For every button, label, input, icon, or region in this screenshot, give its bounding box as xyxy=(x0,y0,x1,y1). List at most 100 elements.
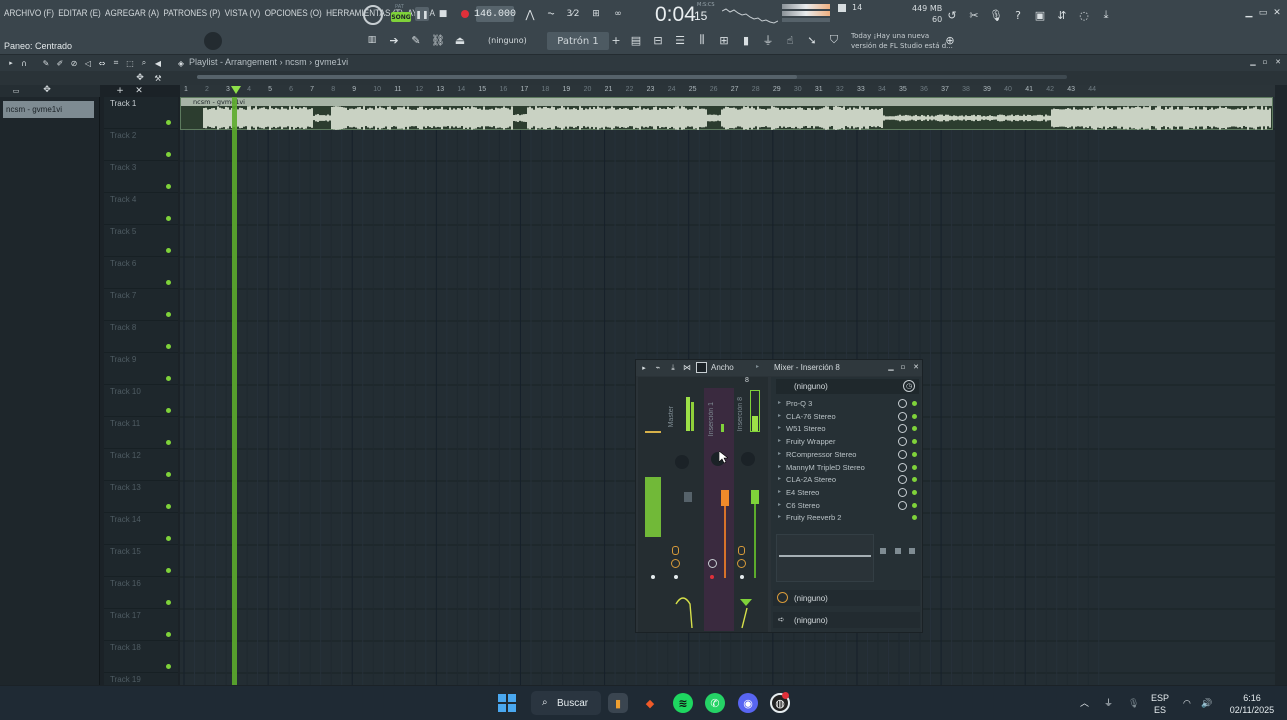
oscilloscope-monitor[interactable] xyxy=(722,3,778,25)
metronome-icon[interactable]: ⋀ xyxy=(522,7,538,21)
eq-fader-2[interactable] xyxy=(895,548,901,554)
track-header[interactable]: Track 18 xyxy=(104,641,178,673)
wait-input-icon[interactable]: ⏦ xyxy=(543,7,559,21)
zoom-tool-icon[interactable]: ⌕ xyxy=(138,57,150,69)
playlist-minimize-icon[interactable]: ▁ xyxy=(1248,57,1258,67)
cart-icon[interactable]: ⛉ xyxy=(826,33,842,47)
draw-icon[interactable]: ✎ xyxy=(40,57,52,69)
track-mute-led[interactable] xyxy=(166,152,171,157)
track-header[interactable]: Track 15 xyxy=(104,545,178,577)
fx-mix-knob[interactable] xyxy=(898,449,907,459)
fx-enable-led[interactable] xyxy=(912,464,917,470)
fx-expand-icon[interactable]: ▸ xyxy=(778,463,781,470)
timeline-ruler[interactable] xyxy=(180,85,1275,97)
tray-clock[interactable]: 6:16 02/11/2025 xyxy=(1222,692,1282,716)
microphone-icon[interactable]: 🎙 xyxy=(988,7,1004,23)
mixer-close-icon[interactable]: ✕ xyxy=(911,362,921,372)
plugin-picker-icon[interactable]: ⏚ xyxy=(760,33,776,47)
fx-expand-icon[interactable]: ▸ xyxy=(778,475,781,482)
track-mute-led[interactable] xyxy=(166,568,171,573)
record-button[interactable] xyxy=(459,8,471,20)
fx-slot[interactable]: ▸ Fruity Reeverb 2 xyxy=(777,512,919,524)
channel-rack-icon[interactable]: ⊟ xyxy=(650,33,666,47)
track-header[interactable]: Track 14 xyxy=(104,513,178,545)
fx-mix-knob[interactable] xyxy=(898,475,907,485)
link-icon[interactable]: ⛓ xyxy=(430,33,446,47)
track-header[interactable]: Track 6 xyxy=(104,257,178,289)
loop-record-icon[interactable]: ∞ xyxy=(610,7,626,21)
track-mute-led[interactable] xyxy=(166,184,171,189)
fx-expand-icon[interactable]: ▸ xyxy=(778,450,781,457)
preset-clock-icon[interactable]: ◷ xyxy=(903,380,915,392)
playhead-marker[interactable] xyxy=(231,86,241,94)
master-fx-icon[interactable] xyxy=(672,546,679,555)
track-mute-led[interactable] xyxy=(166,600,171,605)
chat-icon[interactable]: ◌ xyxy=(1076,7,1092,23)
zoom-h-icon[interactable]: ✥ xyxy=(133,72,147,84)
undo-icon[interactable]: ↺ xyxy=(944,7,960,23)
download-icon[interactable]: ⤓ xyxy=(1098,7,1114,23)
track-mute-led[interactable] xyxy=(166,504,171,509)
fx-enable-led[interactable] xyxy=(912,502,917,508)
pitch-knob[interactable] xyxy=(204,32,222,50)
picker-view-icon[interactable]: ▭ xyxy=(10,85,22,96)
fx-mix-knob[interactable] xyxy=(898,500,907,510)
world-icon[interactable]: ⊕ xyxy=(943,33,957,47)
browser-icon[interactable]: ⊞ xyxy=(716,33,732,47)
spotify-taskbar-icon[interactable]: ≋ xyxy=(673,693,693,713)
mixer-route-icon[interactable]: ⌁ xyxy=(652,362,664,373)
track-header[interactable]: Track 4 xyxy=(104,193,178,225)
track-mute-led[interactable] xyxy=(166,248,171,253)
playlist-maximize-icon[interactable]: ▫ xyxy=(1260,57,1270,67)
maximize-icon[interactable]: ▭ xyxy=(1257,7,1269,19)
fx-slot[interactable]: ▸ C6 Stereo xyxy=(777,500,919,512)
tempo-display[interactable]: 146.000 xyxy=(474,6,516,22)
mixer-width-icon[interactable] xyxy=(696,362,707,373)
fx-enable-led[interactable] xyxy=(912,477,917,483)
fx-enable-led[interactable] xyxy=(912,426,917,432)
track-mute-led[interactable] xyxy=(166,472,171,477)
fx-expand-icon[interactable]: ▸ xyxy=(778,412,781,419)
tray-mic-icon[interactable]: 🎙 xyxy=(1128,697,1139,709)
vertical-scrollbar[interactable] xyxy=(1275,85,1287,685)
tray-volume-icon[interactable]: 🔊 xyxy=(1201,697,1212,709)
magnet-icon[interactable]: ∩ xyxy=(18,57,30,69)
fx-slot[interactable]: ▸ MannyM TripleD Stereo xyxy=(777,462,919,474)
menu-archivo[interactable]: ARCHIVO (F) xyxy=(4,8,54,19)
slip-tool-icon[interactable]: ⇔ xyxy=(96,57,108,69)
mixer-menu-icon[interactable]: ▸ xyxy=(640,363,648,373)
fx-enable-led[interactable] xyxy=(912,439,917,445)
picker-center-icon[interactable]: ✥ xyxy=(40,84,54,96)
windows-start-icon[interactable] xyxy=(498,694,516,712)
track-header[interactable]: Track 11 xyxy=(104,417,178,449)
track-header[interactable]: Track 10 xyxy=(104,385,178,417)
select-tool-icon[interactable]: ⬚ xyxy=(124,57,136,69)
insert-1-solo-dot[interactable] xyxy=(710,575,714,579)
tray-chevron-icon[interactable]: ︿ xyxy=(1080,697,1089,709)
track-header[interactable]: Track 3 xyxy=(104,161,178,193)
menu-editar[interactable]: EDITAR (E) xyxy=(58,8,101,19)
track-header[interactable]: Track 12 xyxy=(104,449,178,481)
close-icon[interactable]: ✕ xyxy=(1271,7,1283,19)
countdown-icon[interactable]: 3⁄2 xyxy=(565,7,581,21)
eq-graph[interactable] xyxy=(776,534,874,582)
fx-enable-led[interactable] xyxy=(912,401,917,406)
track-header[interactable]: Track 1 xyxy=(104,97,178,129)
stamp-icon[interactable]: ⏏ xyxy=(452,33,468,47)
menu-patrones[interactable]: PATRONES (P) xyxy=(163,8,220,19)
add-pattern-icon[interactable]: + xyxy=(610,33,622,47)
fx-slot[interactable]: ▸ Pro-Q 3 xyxy=(777,398,919,410)
insert-1-rec-icon[interactable] xyxy=(708,559,717,568)
fx-enable-led[interactable] xyxy=(912,451,917,457)
touch-icon[interactable]: ☝ xyxy=(782,33,798,47)
insert-8-fader[interactable] xyxy=(751,490,759,504)
fx-mix-knob[interactable] xyxy=(898,487,907,497)
fl-studio-taskbar-icon[interactable]: ▮ xyxy=(608,693,628,713)
save-icon[interactable]: ▣ xyxy=(1032,7,1048,23)
fx-enable-led[interactable] xyxy=(912,515,917,521)
mute-tool-icon[interactable]: ◁ xyxy=(82,57,94,69)
fx-expand-icon[interactable]: ▸ xyxy=(778,488,781,495)
piano-roll-icon[interactable]: ☰ xyxy=(672,33,688,47)
fx-enable-led[interactable] xyxy=(912,413,917,419)
paint-icon[interactable]: ✐ xyxy=(54,57,66,69)
